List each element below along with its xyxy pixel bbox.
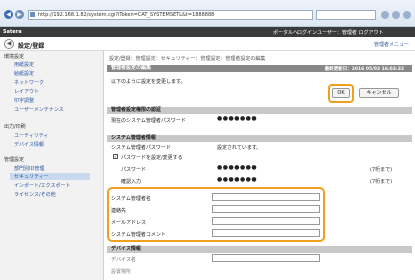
device-name-input[interactable] [212, 254, 320, 262]
sidebar-item[interactable]: ユーティリティ [14, 132, 48, 139]
user-logout[interactable]: ログインユーザー：管理者 ログアウト [297, 29, 384, 36]
confirm-message: 以下のように設定を変更します。 [111, 79, 186, 85]
sidebar-group: 管理設定 [4, 157, 25, 163]
back-icon[interactable]: ◀ [4, 10, 13, 19]
current-password-label: 現在のシステム管理者パスワード [111, 118, 186, 124]
confirm-input[interactable]: ●●●●●●● [217, 177, 257, 183]
sidebar-item-security[interactable]: セキュリティー [10, 173, 90, 180]
current-password-input[interactable]: ●●●●●●● [217, 116, 257, 122]
gear-icon[interactable] [403, 11, 411, 19]
device-section-title: デバイス情報 [107, 246, 412, 253]
password-hint: (7桁まで) [370, 167, 393, 173]
last-updated: 最終更新日：2016 05/03 16:03:32 [324, 67, 404, 72]
cancel-button[interactable]: キャンセル [359, 88, 399, 98]
home-icon[interactable] [381, 11, 389, 19]
edit-section-title: 管理者設定の編集 最終更新日：2016 05/03 16:03:32 [107, 65, 412, 72]
browser-toolbar: ◀ ▶ http://192.168.1.82/system.cgi?iToke… [0, 0, 415, 27]
page-icon [30, 12, 35, 17]
sidebar-item[interactable]: レイアウト [14, 88, 39, 95]
page-header: ◀ 設定/登録 管理者メニュー [0, 37, 415, 51]
favorites-icon[interactable] [392, 11, 400, 19]
sidebar-group: 環境設定 [4, 54, 25, 60]
address-bar[interactable]: http://192.168.1.82/system.cgi?iToken=CA… [28, 10, 313, 20]
sidebar-item[interactable]: 印字調整 [14, 97, 34, 104]
email-label: メールアドレス [111, 220, 147, 226]
confirm-hint: (7桁まで) [370, 179, 393, 185]
sidebar: 環境設定 用紙設定 給紙設定 ネットワーク レイアウト 印字調整 ユーザーメンテ… [0, 51, 104, 280]
page-title: 設定/登録 [18, 43, 45, 50]
sidebar-item[interactable]: デバイス情報 [14, 141, 44, 148]
portal-link[interactable]: ポータルへ [273, 29, 298, 36]
breadcrumb: 設定/登録：管理設定：セキュリティー：管理設定：管理者設定の編集 [109, 56, 266, 62]
sidebar-item[interactable]: 給紙設定 [14, 70, 34, 77]
email-input[interactable] [212, 217, 320, 225]
sidebar-item[interactable]: ユーザーメンテナンス [14, 106, 64, 113]
app-topbar: Satera ポータルへ ログインユーザー：管理者 ログアウト [0, 27, 415, 37]
comment-label: システム管理者コメント [111, 232, 166, 238]
settings-back-icon[interactable]: ◀ [4, 39, 14, 49]
device-name-label: デバイス名 [111, 257, 136, 263]
confirm-label: 確認入力 [121, 179, 142, 185]
auth-section-title: 管理者設定権限の認証 [107, 107, 412, 114]
password-input[interactable]: ●●●●●●● [217, 165, 257, 171]
sys-password-label: システム管理者パスワード [111, 145, 171, 151]
device-location-label: 設置場所 [111, 269, 132, 275]
password-label: パスワード [121, 167, 147, 173]
sidebar-item[interactable]: ネットワーク [14, 79, 44, 86]
main-content: 設定/登録：管理設定：セキュリティー：管理設定：管理者設定の編集 管理者設定の編… [107, 51, 415, 280]
contact-label: 連絡先 [111, 208, 127, 214]
sidebar-item[interactable]: 用紙設定 [14, 61, 34, 68]
admin-name-label: システム管理者名 [111, 196, 151, 202]
sidebar-group: 出力/印刷 [4, 124, 26, 130]
comment-input[interactable] [212, 229, 320, 237]
change-password-label: パスワードを設定/変更する [121, 155, 183, 161]
sys-password-status: 設定されています。 [217, 145, 262, 151]
brand-logo: Satera [3, 29, 22, 35]
sys-admin-section-title: システム管理者情報 [107, 135, 412, 142]
sidebar-item[interactable]: インポート/エクスポート [14, 182, 71, 189]
sidebar-item[interactable]: ライセンス/その他 [14, 191, 56, 198]
contact-input[interactable] [212, 205, 320, 213]
ok-button[interactable]: OK [332, 88, 350, 98]
admin-name-input[interactable] [212, 193, 320, 201]
admin-menu-link[interactable]: 管理者メニュー [374, 41, 409, 48]
sidebar-item[interactable]: 部門別ID管理 [14, 165, 44, 172]
change-password-checkbox[interactable]: ✓ [113, 154, 118, 159]
browser-search[interactable] [316, 10, 376, 20]
forward-icon[interactable]: ▶ [15, 10, 24, 19]
section-title: 管理者設定の編集 [111, 65, 152, 71]
